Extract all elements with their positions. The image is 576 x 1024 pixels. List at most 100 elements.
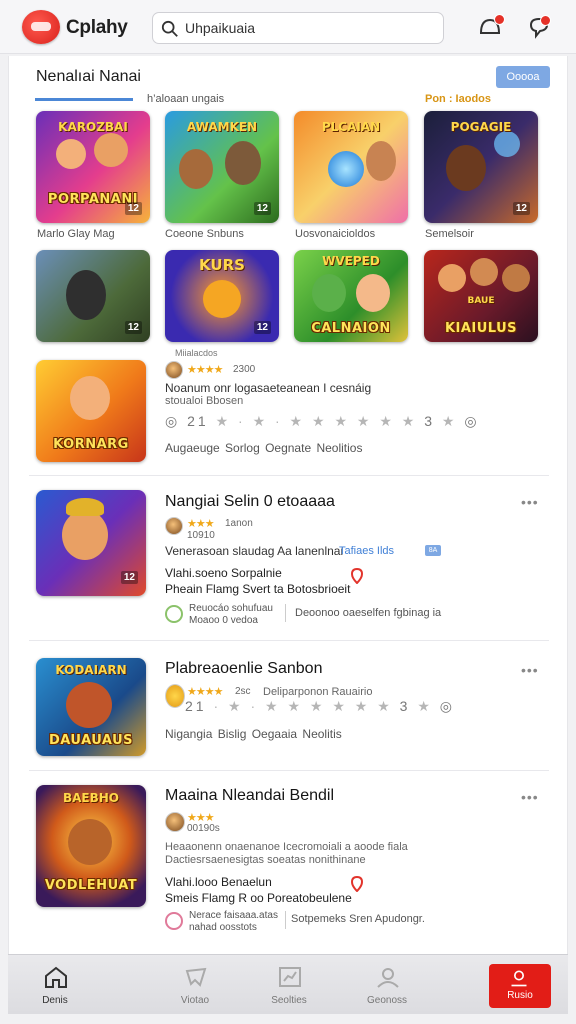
game-caption: Coeone Snbuns xyxy=(165,228,244,240)
art-title-top: BAUE xyxy=(467,296,495,306)
game-thumbnail[interactable]: BAUE KIAIULUS xyxy=(424,250,538,342)
star-rating: ★★★★ xyxy=(187,364,223,376)
art-title: CALNAION xyxy=(311,321,391,336)
featured-thumbnail[interactable]: KORNARG xyxy=(36,360,146,462)
row-link[interactable]: Tafiaes Ilds xyxy=(339,545,394,557)
nav-profile[interactable]: Geonoss xyxy=(332,955,442,1015)
row-subtitle: Deliparponon Rauairio xyxy=(263,686,373,698)
game-thumbnail[interactable]: KODAIARN DAUAUAUS xyxy=(36,658,146,756)
featured-links[interactable]: Augaeuge Sorlog Oegnate Neolitios xyxy=(165,441,362,455)
game-thumbnail[interactable]: WVEPED CALNAION xyxy=(294,250,408,342)
chat-button[interactable] xyxy=(477,14,505,40)
more-options-button[interactable]: ••• xyxy=(521,789,539,805)
nav-account[interactable]: Rusio xyxy=(489,964,551,1008)
art-title: VODLEHUAT xyxy=(44,878,138,893)
row-links[interactable]: Nigangia Bislig Oegaaia Neolitis xyxy=(165,727,342,741)
game-caption: Uosvonaicioldos xyxy=(295,228,376,240)
art-title: KIAIULUS xyxy=(444,321,518,336)
user-icon xyxy=(511,970,527,987)
nav-label: Denis xyxy=(42,995,68,1006)
nav-home[interactable]: Denis xyxy=(0,955,110,1015)
app-logo[interactable] xyxy=(22,10,60,44)
location-pin-icon xyxy=(351,568,363,584)
row-tag: 8A xyxy=(425,545,441,556)
row-description: Heaaonenn onaenanoe Icecromoiali a aoode… xyxy=(165,841,408,853)
game-caption: Marlo Glay Mag xyxy=(37,228,115,240)
age-rating: 12 xyxy=(124,202,142,215)
game-thumbnail[interactable]: KAROZBAI PORPANANI 12 xyxy=(36,111,150,223)
featured-description-2: stoualoi Bbosen xyxy=(165,395,244,407)
age-rating: 12 xyxy=(253,202,271,215)
divider xyxy=(29,770,549,771)
developer-avatar xyxy=(165,812,185,832)
search-bar[interactable] xyxy=(152,12,444,44)
art-title: KORNARG xyxy=(53,437,129,452)
nav-stats[interactable]: Seolties xyxy=(234,955,344,1015)
row-feature: Vlahi.soeno Sorpalnie xyxy=(165,566,282,580)
active-tab-indicator xyxy=(35,98,133,101)
more-options-button[interactable]: ••• xyxy=(521,662,539,678)
nav-label: Seolties xyxy=(271,995,307,1006)
chat-badge xyxy=(494,14,505,25)
tab-left[interactable]: h’aloaan ungais xyxy=(147,93,224,105)
art-title-top: BAEBHO xyxy=(62,791,120,805)
row-note-right: Deoonoo oaeselfen fgbinag ia xyxy=(295,607,442,619)
game-thumbnail[interactable]: POGAGIE 12 xyxy=(424,111,538,223)
section-title: Nenalıai Nanai xyxy=(36,68,141,85)
divider xyxy=(29,475,549,476)
rating-selector[interactable]: ◎ 21 ★ · ★ · ★ ★ ★ ★ ★ ★ 3 ★ ◎ xyxy=(165,413,480,430)
row-title[interactable]: Nangiai Selin 0 etoaaaa xyxy=(165,493,335,511)
game-thumbnail[interactable]: 12 xyxy=(36,490,146,596)
art-title-top: POGAGIE xyxy=(450,120,512,134)
row-note-right: Sotpemeks Sren Apudongr. xyxy=(291,913,425,925)
row-feature: Vlahi.looo Benaelun xyxy=(165,875,272,889)
art-title-top: KURS xyxy=(199,256,245,274)
notification-button[interactable] xyxy=(526,14,552,40)
separator xyxy=(285,911,286,929)
featured-description: Noanum onr logasaeteanean I cesnáig xyxy=(165,381,372,395)
location-pin-icon xyxy=(351,876,363,892)
row-subtitle: 00190s xyxy=(187,823,220,834)
game-thumbnail[interactable]: KURS 12 xyxy=(165,250,279,342)
rating-selector[interactable]: 21 · ★ · ★ ★ ★ ★ ★ ★ 3 ★ ◎ xyxy=(185,698,455,715)
refresh-icon xyxy=(165,605,183,623)
nav-label: Rusio xyxy=(507,990,533,1001)
star-rating: ★★★★ xyxy=(187,686,223,698)
row-note: Moaoo 0 vedoa xyxy=(189,615,258,626)
game-thumbnail[interactable]: AWAMKEN 12 xyxy=(165,111,279,223)
heart-icon xyxy=(185,967,207,987)
content-card: Nenalıai Nanai Ooooa h’aloaan ungais Pon… xyxy=(8,56,568,954)
game-thumbnail[interactable]: BAEBHO VODLEHUAT xyxy=(36,785,146,907)
row-feature: Smeis Flamg R oo Poreatobeulene xyxy=(165,891,352,905)
art-title: DAUAUAUS xyxy=(48,733,133,748)
more-options-button[interactable]: ••• xyxy=(521,494,539,510)
age-rating: 12 xyxy=(120,571,138,584)
game-caption: Semelsoir xyxy=(425,228,474,240)
row-description-2: Dactiesrsaenesigtas soeatas nonithinane xyxy=(165,854,366,866)
row-subtitle: 10910 xyxy=(187,530,215,541)
status-icon xyxy=(165,912,183,930)
rating-count: 1anon xyxy=(225,518,253,529)
chart-icon xyxy=(279,967,301,987)
rating-count: 2sc xyxy=(235,686,251,697)
developer-avatar xyxy=(165,361,183,379)
art-title-top: PLCAIAN xyxy=(321,120,381,134)
row-title[interactable]: Maaina Nleandai Bendil xyxy=(165,787,334,805)
star-rating: ★★★ xyxy=(187,518,215,530)
app-header: Cplahy xyxy=(0,0,576,54)
game-thumbnail[interactable]: 12 xyxy=(36,250,150,342)
developer-avatar xyxy=(165,517,183,535)
art-title-top: KAROZBAI xyxy=(58,120,128,134)
search-input[interactable] xyxy=(185,18,435,38)
row-note: nahad oosstots xyxy=(189,922,257,933)
row-title[interactable]: Plabreaoenlie Sanbon xyxy=(165,660,322,678)
bottom-navigation: Denis Viotao Seolties Geonoss Rusio xyxy=(8,954,568,1014)
divider xyxy=(29,640,549,641)
tab-right[interactable]: Pon : Iaodos xyxy=(425,93,491,105)
profile-icon xyxy=(377,968,399,988)
section-action-button[interactable]: Ooooa xyxy=(496,66,550,88)
developer-avatar xyxy=(165,684,185,708)
brand-name: Cplahy xyxy=(66,17,128,38)
game-thumbnail[interactable]: PLCAIAN xyxy=(294,111,408,223)
art-title-top: AWAMKEN xyxy=(186,120,258,134)
